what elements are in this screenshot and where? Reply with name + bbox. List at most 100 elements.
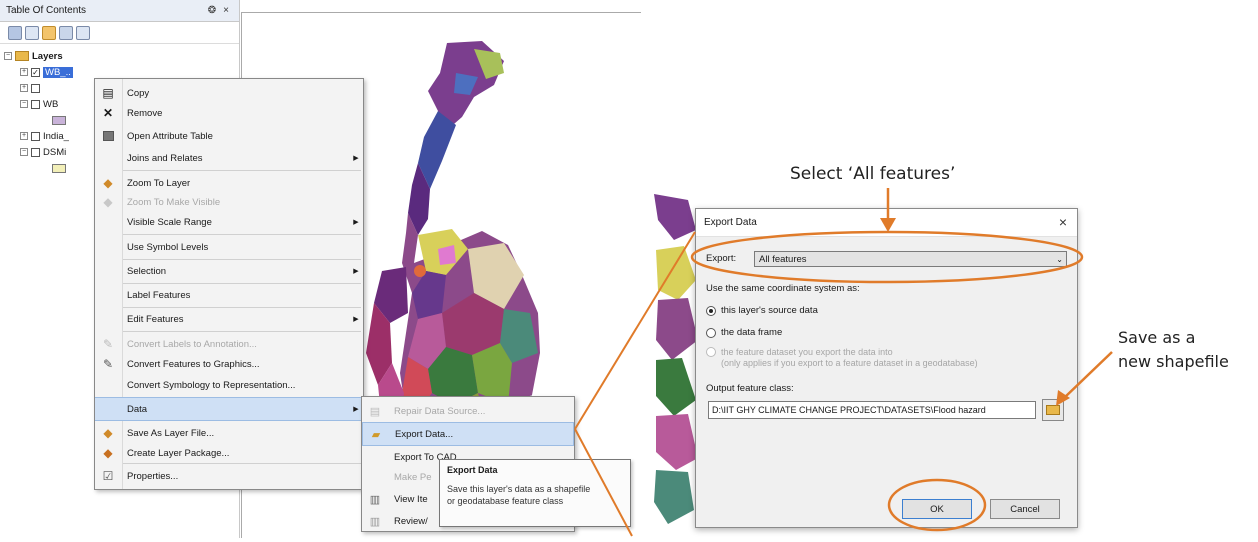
radio-source-data[interactable]: this layer's source data xyxy=(706,305,818,316)
menu-item-repair-data-source[interactable]: ▤ Repair Data Source... xyxy=(362,399,574,423)
layer-package-icon: ◆ xyxy=(103,446,113,460)
tooltip-title: Export Data xyxy=(447,465,498,475)
folder-icon xyxy=(1046,405,1060,415)
close-icon[interactable]: × xyxy=(219,5,233,16)
menu-item-joins-and-relates[interactable]: Joins and Relates ▶ xyxy=(95,146,363,170)
menu-item-use-symbol-levels[interactable]: Use Symbol Levels xyxy=(95,235,363,259)
radio-button-disabled[interactable] xyxy=(706,347,716,357)
collapse-icon[interactable]: − xyxy=(20,100,28,108)
list-by-source-icon[interactable] xyxy=(25,25,39,40)
menu-item-open-attribute-table[interactable]: Open Attribute Table xyxy=(95,124,363,148)
collapse-icon[interactable]: − xyxy=(20,148,28,156)
zoom-icon: ◆ xyxy=(103,176,113,190)
menu-item-selection[interactable]: Selection ▶ xyxy=(95,259,363,283)
menu-item-label: Data xyxy=(127,403,148,415)
symbol-swatch xyxy=(52,163,66,173)
layers-root[interactable]: − Layers xyxy=(0,48,239,64)
toc-header: Table Of Contents ❂ × xyxy=(0,0,239,22)
radio-button-selected[interactable] xyxy=(706,305,716,316)
output-path-value: D:\IIT GHY CLIMATE CHANGE PROJECT\DATASE… xyxy=(712,405,986,415)
menu-item-label: Save As Layer File... xyxy=(127,427,215,439)
menu-item-label: Zoom To Make Visible xyxy=(127,196,221,208)
menu-item-label: Convert Symbology to Representation... xyxy=(127,379,296,391)
menu-item-label: Use Symbol Levels xyxy=(127,241,209,253)
cancel-button[interactable]: Cancel xyxy=(990,499,1060,519)
menu-item-edit-features[interactable]: Edit Features ▶ xyxy=(95,307,363,331)
dialog-title: Export Data xyxy=(704,217,757,228)
layers-root-label: Layers xyxy=(32,50,63,62)
expand-icon[interactable]: + xyxy=(20,132,28,140)
menu-item-label: Selection xyxy=(127,265,167,277)
layer-label[interactable]: India_ xyxy=(43,131,69,142)
radio-data-frame[interactable]: the data frame xyxy=(706,327,782,338)
output-label-row: Output feature class: xyxy=(706,383,794,394)
menu-item-label: Copy xyxy=(127,87,150,99)
table-icon xyxy=(95,131,121,141)
layer-label[interactable]: DSMi xyxy=(43,147,66,158)
layer-checkbox[interactable] xyxy=(31,99,40,109)
toc-title: Table Of Contents xyxy=(6,5,87,16)
layers-folder-icon xyxy=(15,51,29,61)
export-select[interactable]: All features ⌄ xyxy=(754,251,1067,267)
layer-checkbox[interactable] xyxy=(31,147,40,157)
ok-button[interactable]: OK xyxy=(902,499,972,519)
menu-item-create-layer-package[interactable]: ◆ Create Layer Package... xyxy=(95,441,363,465)
layer-label[interactable]: WB_.. xyxy=(43,66,73,78)
list-by-selection-icon[interactable] xyxy=(59,25,73,40)
layer-context-menu: ▤ Copy ✕ Remove Open Attribute Table Joi… xyxy=(94,78,364,490)
options-icon[interactable] xyxy=(76,25,90,40)
radio-button[interactable] xyxy=(706,327,716,338)
menu-item-label: Repair Data Source... xyxy=(394,405,486,417)
radio-label: this layer's source data xyxy=(721,305,818,316)
symbol-swatch xyxy=(52,115,66,125)
remove-icon: ✕ xyxy=(102,106,114,120)
layer-file-icon: ◆ xyxy=(103,426,113,440)
review-icon: ▥ xyxy=(369,515,381,528)
menu-item-label: Make Pe xyxy=(394,471,432,483)
menu-item-label: Remove xyxy=(127,107,163,119)
coord-label-row: Use the same coordinate system as: xyxy=(706,283,860,294)
list-by-visibility-icon[interactable] xyxy=(42,25,56,40)
menu-item-data[interactable]: Data ▶ xyxy=(95,397,363,421)
layer-checkbox[interactable] xyxy=(31,131,40,141)
properties-icon: ☑ xyxy=(102,469,114,483)
menu-item-label-features[interactable]: Label Features xyxy=(95,283,363,307)
menu-item-visible-scale-range[interactable]: Visible Scale Range ▶ xyxy=(95,210,363,234)
coord-label: Use the same coordinate system as: xyxy=(706,283,860,294)
list-by-drawing-order-icon[interactable] xyxy=(8,25,22,40)
expand-icon[interactable]: + xyxy=(20,68,28,76)
export-data-dialog: Export Data × Export: All features ⌄ Use… xyxy=(695,208,1078,528)
tooltip-line-1: Save this layer's data as a shapefile xyxy=(447,484,591,494)
collapse-icon[interactable]: − xyxy=(4,52,12,60)
browse-button[interactable] xyxy=(1042,399,1064,421)
convert-labels-icon: ✎ xyxy=(102,337,114,351)
convert-features-icon: ✎ xyxy=(102,357,114,371)
close-icon[interactable]: × xyxy=(1059,214,1067,230)
menu-item-properties[interactable]: ☑ Properties... xyxy=(95,464,363,488)
layer-label[interactable]: WB xyxy=(43,99,58,110)
export-select-value: All features xyxy=(759,253,807,265)
view-item-icon: ▥ xyxy=(369,493,381,506)
radio-label: the feature dataset you export the data … xyxy=(721,347,893,357)
pin-icon[interactable]: ❂ xyxy=(205,5,219,16)
output-feature-class-input[interactable]: D:\IIT GHY CLIMATE CHANGE PROJECT\DATASE… xyxy=(708,401,1036,419)
menu-item-label: Visible Scale Range xyxy=(127,216,212,228)
layer-checkbox[interactable] xyxy=(31,83,40,93)
menu-item-label: Label Features xyxy=(127,289,191,301)
expand-icon[interactable]: + xyxy=(20,84,28,92)
radio-feature-dataset[interactable]: the feature dataset you export the data … xyxy=(706,347,978,369)
menu-item-label: Zoom To Layer xyxy=(127,177,191,189)
annotation-save-as-shapefile: Save as a new shapefile xyxy=(1118,326,1229,374)
radio-label: the data frame xyxy=(721,327,783,338)
export-data-tooltip: Export Data Save this layer's data as a … xyxy=(439,459,631,527)
menu-item-convert-symbology[interactable]: Convert Symbology to Representation... xyxy=(95,373,363,397)
export-label: Export: xyxy=(706,253,737,264)
annotation-save-line-1: Save as a xyxy=(1118,328,1196,347)
menu-item-remove[interactable]: ✕ Remove xyxy=(95,101,363,125)
zoom-visible-icon: ◆ xyxy=(103,195,113,209)
layer-checkbox[interactable]: ✓ xyxy=(31,67,40,77)
dialog-titlebar: Export Data × xyxy=(696,209,1077,237)
submenu-arrow-icon: ▶ xyxy=(353,155,359,162)
menu-item-label: View Ite xyxy=(394,493,428,505)
menu-item-export-data[interactable]: ▰ Export Data... xyxy=(362,422,574,446)
